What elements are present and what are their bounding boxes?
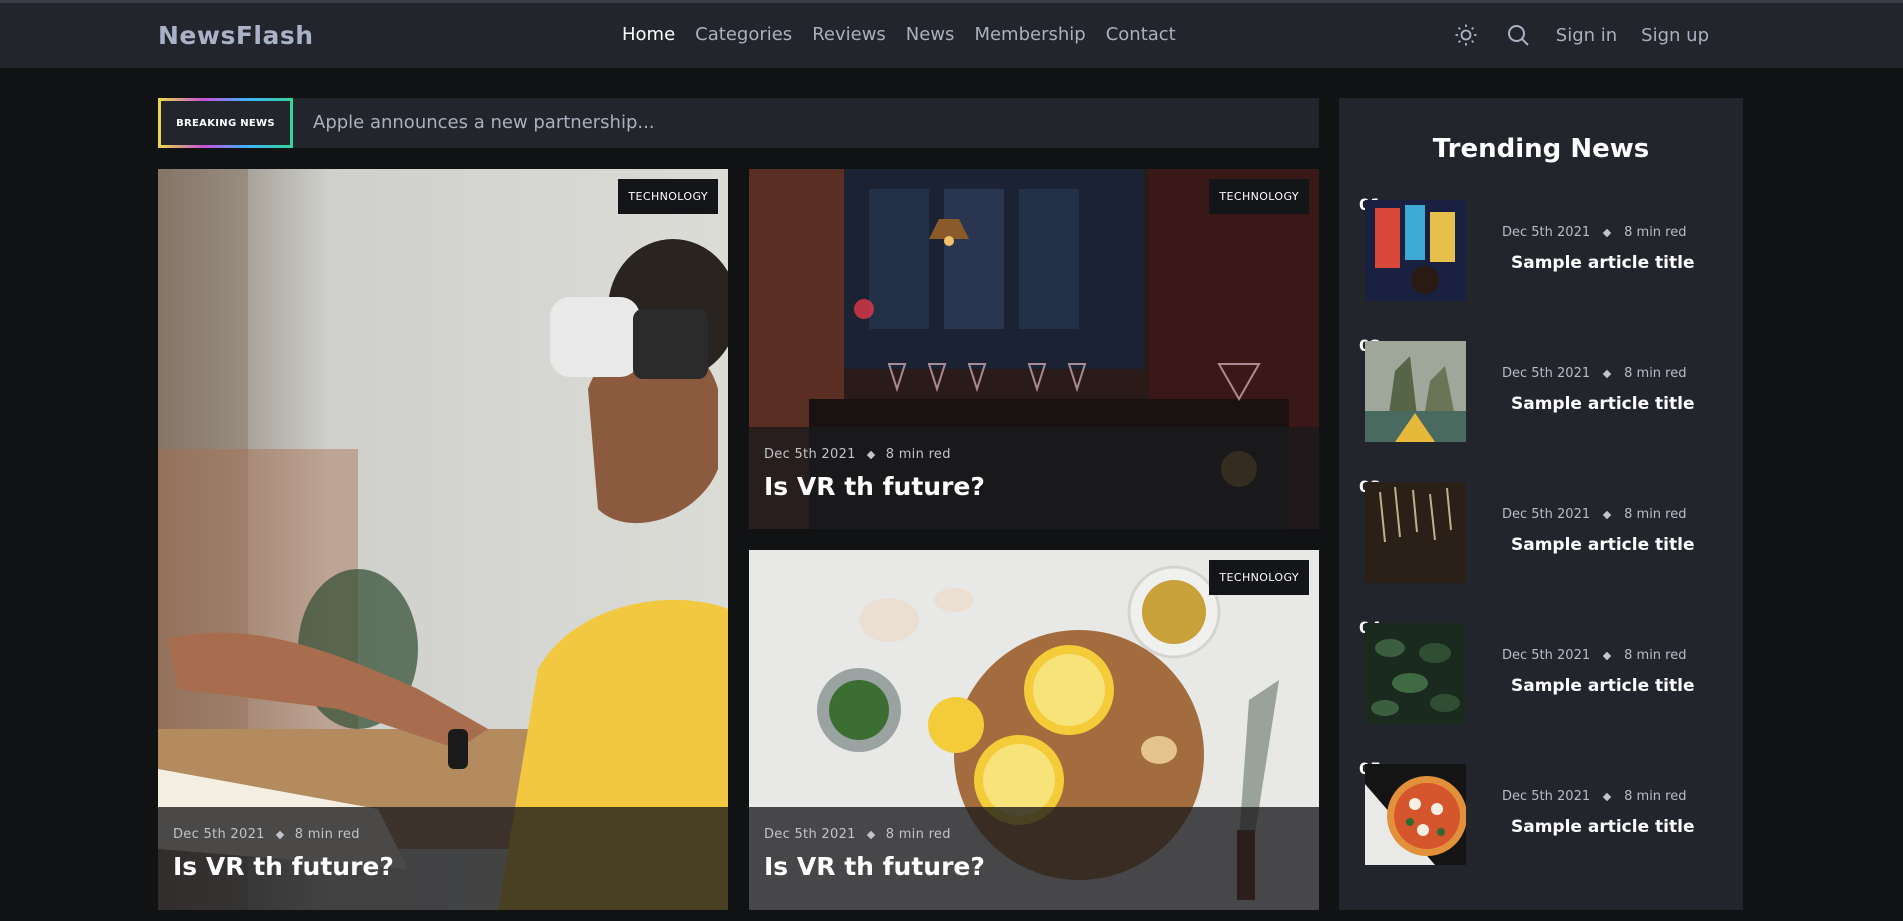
top-navbar: NewsFlash Home Categories Reviews News M…	[0, 0, 1903, 68]
nav-contact[interactable]: Contact	[1106, 24, 1176, 45]
trending-thumbnail	[1365, 623, 1466, 724]
diamond-icon	[1602, 510, 1612, 519]
article-card[interactable]: TECHNOLOGY Dec 5th 2021 8 min red Is VR …	[749, 169, 1319, 529]
category-badge[interactable]: TECHNOLOGY	[1209, 560, 1309, 595]
trending-item[interactable]: 05 Dec 5th 2021 8 min red Sample article…	[1359, 759, 1729, 873]
sign-up-link[interactable]: Sign up	[1641, 25, 1709, 46]
trending-title[interactable]: Sample article title	[1511, 676, 1694, 696]
article-title[interactable]: Is VR th future?	[764, 472, 1304, 501]
breaking-news-tag: BREAKING NEWS	[158, 98, 293, 148]
trending-heading: Trending News	[1432, 134, 1650, 164]
article-meta: Dec 5th 2021 8 min red	[764, 447, 1304, 462]
trending-item[interactable]: 03 Dec 5th 2021 8 min red Sample article…	[1359, 477, 1729, 591]
article-card[interactable]: TECHNOLOGY Dec 5th 2021 8 min red Is VR …	[749, 550, 1319, 910]
breaking-news-bar[interactable]: BREAKING NEWS Apple announces a new part…	[158, 98, 1319, 148]
header-actions: Sign in Sign up	[1452, 21, 1709, 49]
diamond-icon	[275, 830, 284, 839]
card-caption: Dec 5th 2021 8 min red Is VR th future?	[749, 427, 1319, 529]
category-badge[interactable]: TECHNOLOGY	[1209, 179, 1309, 214]
read-time: 8 min red	[885, 447, 951, 462]
trending-item[interactable]: 02 Dec 5th 2021 8 min red Sample article…	[1359, 336, 1729, 450]
read-time: 8 min red	[294, 827, 360, 842]
article-title[interactable]: Is VR th future?	[764, 852, 1304, 881]
nav-membership[interactable]: Membership	[974, 24, 1085, 45]
trending-item[interactable]: 01 Dec 5th 2021 8 min red Sample article…	[1359, 195, 1729, 309]
article-date: Dec 5th 2021	[1502, 366, 1591, 381]
nav-reviews[interactable]: Reviews	[812, 24, 886, 45]
featured-article-card[interactable]: TECHNOLOGY Dec 5th 2021 8 min red Is VR …	[158, 169, 728, 910]
diamond-icon	[866, 450, 875, 459]
read-time: 8 min red	[885, 827, 951, 842]
trending-title[interactable]: Sample article title	[1511, 817, 1694, 837]
article-date: Dec 5th 2021	[764, 827, 856, 842]
card-caption: Dec 5th 2021 8 min red Is VR th future?	[749, 807, 1319, 910]
trending-meta: Dec 5th 2021 8 min red	[1502, 789, 1686, 804]
trending-title[interactable]: Sample article title	[1511, 535, 1694, 555]
trending-thumbnail	[1365, 764, 1466, 865]
trending-meta: Dec 5th 2021 8 min red	[1502, 366, 1686, 381]
read-time: 8 min red	[1624, 507, 1687, 522]
trending-news-panel: Trending News 01 Dec 5th 2021 8 min red …	[1339, 98, 1743, 910]
article-date: Dec 5th 2021	[1502, 225, 1591, 240]
diamond-icon	[1602, 792, 1612, 801]
article-date: Dec 5th 2021	[764, 447, 856, 462]
article-title[interactable]: Is VR th future?	[173, 852, 713, 881]
trending-title[interactable]: Sample article title	[1511, 253, 1694, 273]
sign-in-link[interactable]: Sign in	[1556, 25, 1617, 46]
trending-thumbnail	[1365, 341, 1466, 442]
diamond-icon	[1602, 228, 1612, 237]
article-date: Dec 5th 2021	[1502, 648, 1591, 663]
article-meta: Dec 5th 2021 8 min red	[173, 827, 713, 842]
article-meta: Dec 5th 2021 8 min red	[764, 827, 1304, 842]
trending-meta: Dec 5th 2021 8 min red	[1502, 648, 1686, 663]
main-nav: Home Categories Reviews News Membership …	[622, 24, 1176, 45]
search-icon[interactable]	[1504, 21, 1532, 49]
article-date: Dec 5th 2021	[1502, 789, 1591, 804]
diamond-icon	[866, 830, 875, 839]
article-date: Dec 5th 2021	[1502, 507, 1591, 522]
trending-meta: Dec 5th 2021 8 min red	[1502, 507, 1686, 522]
logo[interactable]: NewsFlash	[158, 21, 314, 50]
trending-title[interactable]: Sample article title	[1511, 394, 1694, 414]
read-time: 8 min red	[1624, 366, 1687, 381]
vr-photo	[158, 169, 728, 910]
category-badge[interactable]: TECHNOLOGY	[618, 179, 718, 214]
nav-news[interactable]: News	[906, 24, 955, 45]
trending-thumbnail	[1365, 482, 1466, 583]
article-date: Dec 5th 2021	[173, 827, 265, 842]
read-time: 8 min red	[1624, 225, 1687, 240]
diamond-icon	[1602, 369, 1612, 378]
breaking-news-text[interactable]: Apple announces a new partnership...	[313, 112, 655, 133]
trending-thumbnail	[1365, 200, 1466, 301]
card-caption: Dec 5th 2021 8 min red Is VR th future?	[158, 807, 728, 910]
nav-categories[interactable]: Categories	[695, 24, 792, 45]
nav-home[interactable]: Home	[622, 24, 675, 45]
sun-icon[interactable]	[1452, 21, 1480, 49]
read-time: 8 min red	[1624, 789, 1687, 804]
trending-meta: Dec 5th 2021 8 min red	[1502, 225, 1686, 240]
read-time: 8 min red	[1624, 648, 1687, 663]
diamond-icon	[1602, 651, 1612, 660]
trending-item[interactable]: 04 Dec 5th 2021 8 min red Sample article…	[1359, 618, 1729, 732]
